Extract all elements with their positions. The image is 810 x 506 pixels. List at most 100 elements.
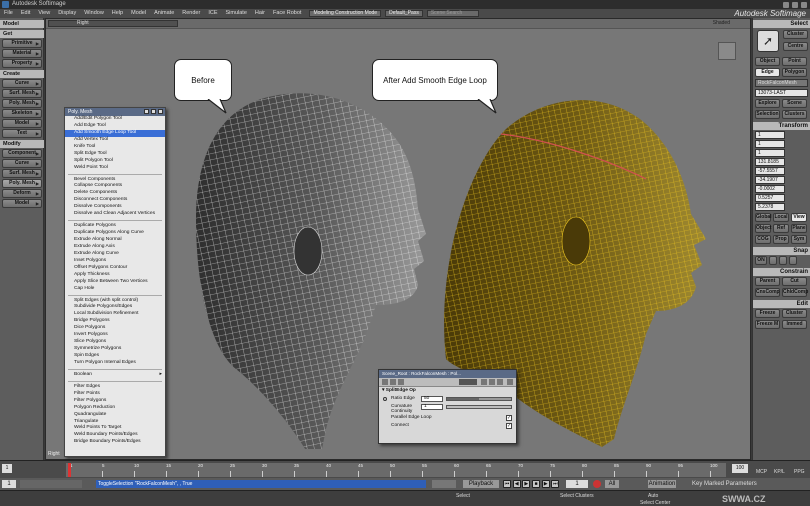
plane-button[interactable]: Plane	[791, 224, 807, 233]
menu-item[interactable]: Add Vertex Tool	[65, 137, 165, 144]
scale-y-field[interactable]: 1	[755, 140, 785, 148]
cluster-edit-button[interactable]: Cluster	[782, 309, 807, 318]
menu-item[interactable]: Turn Polygon Internal Edges	[65, 360, 165, 367]
current-frame-field[interactable]: 1	[566, 480, 588, 488]
menu-animate[interactable]: Animate	[150, 9, 178, 18]
timeline-start-field[interactable]: 1	[2, 464, 12, 473]
freeze-m-button[interactable]: Freeze M	[755, 320, 780, 329]
edge-button[interactable]: Edge	[755, 68, 780, 77]
pass-select[interactable]: Default_Pass	[385, 10, 423, 17]
playhead[interactable]	[68, 463, 71, 477]
get-property-button[interactable]: Property ▶	[2, 59, 42, 68]
back-icon[interactable]	[390, 379, 396, 385]
ref-button[interactable]: Ref	[773, 224, 789, 233]
all-button[interactable]: All	[605, 480, 619, 488]
modify-surf-mesh-button[interactable]: Surf. Mesh ▶	[2, 169, 42, 178]
clusters-button[interactable]: Clusters	[782, 110, 807, 119]
menu-item[interactable]: Add Smooth Edge Loop Tool	[65, 129, 165, 137]
curvature-input[interactable]: 1	[421, 404, 443, 410]
menu-window[interactable]: Window	[80, 9, 108, 18]
cluster-button[interactable]: Cluster	[783, 30, 808, 39]
menu-item[interactable]: Add/Edit Polygon Tool	[65, 116, 165, 123]
snap-point-icon[interactable]	[789, 256, 797, 265]
menu-file[interactable]: File	[0, 9, 17, 18]
playback-button[interactable]: Playback	[463, 480, 499, 488]
menu-hair[interactable]: Hair	[251, 9, 269, 18]
poly-mesh-menu-header[interactable]: Poly. Mesh	[65, 108, 165, 116]
select-arrow-icon[interactable]: ➚	[757, 30, 779, 52]
kpl-tab[interactable]: KP/L	[774, 469, 785, 475]
menu-item[interactable]: Bridge Boundary Points/Edges	[65, 439, 165, 446]
menu-render[interactable]: Render	[178, 9, 204, 18]
translate-y-field[interactable]: 0.5257	[755, 194, 785, 202]
sym-button[interactable]: Sym	[791, 235, 807, 244]
close-icon[interactable]	[801, 1, 807, 8]
menu-item[interactable]: Extrude Along Normal	[65, 237, 165, 244]
selection-button[interactable]: Selection	[755, 110, 780, 119]
chldcomp-button[interactable]: ChldComp	[782, 288, 808, 297]
local-button[interactable]: Local	[773, 213, 789, 222]
construction-mode-select[interactable]: Modeling Construction Mode	[309, 10, 382, 17]
translate-x-field[interactable]: -0.0002	[755, 185, 785, 193]
menu-item[interactable]: Split Polygon Tool	[65, 158, 165, 165]
object-ref-button[interactable]: Object	[755, 224, 772, 233]
create-poly-mesh-button[interactable]: Poly. Mesh ▶	[2, 99, 42, 108]
command-line[interactable]: ToggleSelection "RockFalconMesh", , True	[96, 480, 426, 488]
pin-icon[interactable]	[497, 379, 503, 385]
mcp-tab[interactable]: MCP	[756, 469, 767, 475]
parent-button[interactable]: Parent	[755, 277, 780, 286]
cnscomp-button[interactable]: CnsComp	[755, 288, 780, 297]
menu-item[interactable]: Extrude Along Axis	[65, 244, 165, 251]
menu-item[interactable]: Polygon Reduction	[65, 405, 165, 412]
view-button[interactable]: View	[791, 213, 807, 222]
get-primitive-button[interactable]: Primitive ▶	[2, 39, 42, 48]
rotate-z-field[interactable]: -34.1907	[755, 176, 785, 184]
timeline-ruler[interactable]: 1 5 10 15 20 25 30 35 40 45 50 55 60 65 70 75 80 85 90 95 10…	[66, 463, 726, 477]
minimize-icon[interactable]	[783, 1, 789, 8]
menu-edit[interactable]: Edit	[17, 9, 34, 18]
modify-curve-button[interactable]: Curve ▶	[2, 159, 42, 168]
menu-item[interactable]: Offset Polygons Contour	[65, 265, 165, 272]
menu-item[interactable]: Apply Slice Between Two Vertices	[65, 279, 165, 286]
scale-x-field[interactable]: 1	[755, 131, 785, 139]
create-text-button[interactable]: Text ▶	[2, 129, 42, 138]
menu-item[interactable]: Filter Edges	[65, 384, 165, 391]
modify-deform-button[interactable]: Deform ▶	[2, 189, 42, 198]
scale-z-field[interactable]: 1	[755, 149, 785, 157]
menu-item[interactable]: Spin Edges	[65, 353, 165, 360]
menu-item[interactable]: Dissolve and Clean Adjacent Vertices	[65, 211, 165, 218]
menu-item[interactable]: Weld Point Tool	[65, 165, 165, 172]
modify-component-button[interactable]: Component ▶	[2, 149, 42, 158]
menu-item[interactable]: Quadrangulate	[65, 412, 165, 419]
ratio-edge-input[interactable]: 50	[421, 396, 443, 402]
ratio-edge-slider[interactable]	[446, 397, 512, 401]
module-selector[interactable]: Model	[0, 20, 44, 28]
range-slider[interactable]	[20, 480, 82, 488]
script-editor-icon[interactable]	[432, 480, 456, 488]
rotate-y-field[interactable]: -57.5557	[755, 167, 785, 175]
modify-poly-mesh-button[interactable]: Poly. Mesh ▶	[2, 179, 42, 188]
display-mode-label[interactable]: Shaded	[713, 20, 730, 26]
menu-ice[interactable]: ICE	[204, 9, 221, 18]
timeline[interactable]: 1 1 5 10 15 20 25 30 35 40 45 50 55 60 65 70 75 80 85 90 95…	[0, 460, 810, 478]
object-button[interactable]: Object	[755, 57, 780, 66]
parallel-edge-loop-checkbox[interactable]: ✓	[506, 415, 512, 421]
menu-item[interactable]: Add Edge Tool	[65, 123, 165, 130]
scene-button[interactable]: Scene	[782, 99, 807, 108]
scene-search-input[interactable]: Scene Search	[426, 10, 479, 17]
menu-item[interactable]: Cap Hole	[65, 286, 165, 293]
global-button[interactable]: Global	[755, 213, 772, 222]
get-material-button[interactable]: Material ▶	[2, 49, 42, 58]
menu-item[interactable]: Split Edge Tool	[65, 151, 165, 158]
menu-item[interactable]: Extrude Along Curve	[65, 251, 165, 258]
menu-help[interactable]: Help	[108, 9, 127, 18]
ppg-tab[interactable]: PPG	[794, 469, 805, 475]
minimize-icon[interactable]	[144, 109, 149, 114]
property-editor-title[interactable]: Scene_Root : RockFalconMesh : Pol...	[379, 370, 516, 378]
lock-icon[interactable]	[382, 379, 388, 385]
menu-item[interactable]: Inset Polygons	[65, 258, 165, 265]
snap-option-icon[interactable]	[769, 256, 777, 265]
polygon-button[interactable]: Polygon	[782, 68, 807, 77]
rotate-x-field[interactable]: 131.8185	[755, 158, 785, 166]
create-model-button[interactable]: Model ▶	[2, 119, 42, 128]
